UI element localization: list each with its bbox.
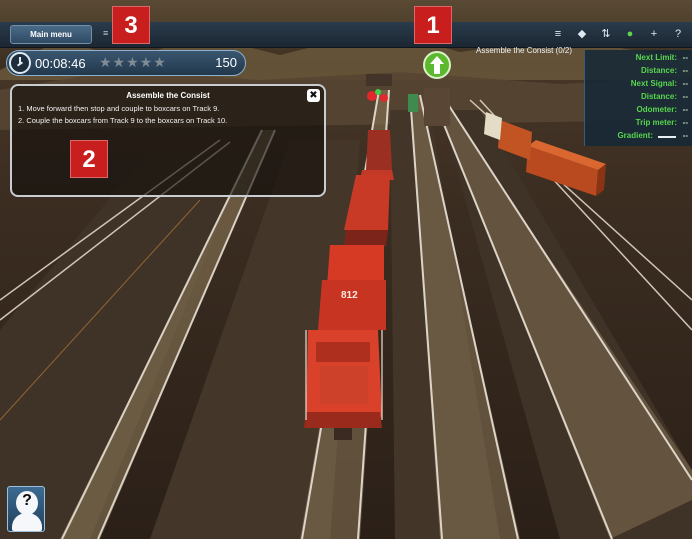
green-light-icon[interactable]: ●: [624, 26, 636, 42]
objective-progress: Assemble the Consist (0/2): [476, 46, 573, 55]
hud-value: --: [682, 118, 688, 127]
gradient-indicator: [658, 136, 676, 138]
hud-label: Odometer:: [636, 105, 677, 114]
direction-arrow-icon: [423, 51, 451, 79]
menu-toggle-icon[interactable]: ≡: [103, 28, 108, 38]
hud-row-next-signal: Next Signal: --: [585, 79, 691, 92]
hud-value: --: [682, 131, 688, 140]
top-toolbar: Main menu ≡ ≡ ◆ ⇅ ● + ?: [0, 22, 692, 48]
hud-value: --: [682, 66, 688, 75]
hud-label: Next Limit:: [635, 53, 677, 62]
hud-row-odometer: Odometer: --: [585, 105, 691, 118]
plus-icon[interactable]: +: [648, 26, 660, 42]
star-rating: ★★★★★: [99, 54, 167, 70]
mission-dialog: Assemble the Consist ✖ 1. Move forward t…: [10, 84, 326, 197]
timer-panel: 00:08:46 ★★★★★ 150: [6, 50, 246, 76]
hud-value: --: [682, 53, 688, 62]
help-button[interactable]: ?: [7, 486, 45, 532]
callout-1: 1: [414, 6, 452, 44]
close-button[interactable]: ✖: [307, 89, 320, 102]
dialog-title: Assemble the Consist: [126, 91, 210, 100]
hud-label: Distance:: [640, 66, 677, 75]
callout-3: 3: [112, 6, 150, 44]
mission-step: 2. Couple the boxcars from Track 9 to th…: [18, 116, 228, 125]
hud-label: Gradient:: [617, 131, 653, 140]
hud-label: Distance:: [640, 92, 677, 101]
help-icon[interactable]: ?: [672, 26, 684, 42]
hud-row-distance: Distance: --: [585, 66, 691, 79]
locomotive-number: 812: [341, 290, 358, 301]
hud-row-next-limit: Next Limit: --: [585, 53, 691, 66]
hud-row-gradient: Gradient: --: [585, 131, 691, 144]
hud-label: Trip meter:: [635, 118, 677, 127]
hud-row-trip-meter: Trip meter: --: [585, 118, 691, 131]
main-menu-button[interactable]: Main menu: [10, 25, 92, 44]
hud-row-signal-distance: Distance: --: [585, 92, 691, 105]
mission-step: 1. Move forward then stop and couple to …: [18, 104, 220, 113]
hud-label: Next Signal:: [630, 79, 677, 88]
camera-icon[interactable]: ◆: [576, 26, 588, 42]
question-mark-icon: ?: [22, 492, 32, 509]
hud-value: --: [682, 105, 688, 114]
hud-value: --: [682, 92, 688, 101]
list-icon[interactable]: ≡: [552, 26, 564, 42]
elapsed-time: 00:08:46: [35, 56, 86, 71]
callout-2: 2: [70, 140, 108, 178]
person-shoulders: [12, 513, 42, 531]
toolbar-icons: ≡ ◆ ⇅ ● + ?: [552, 26, 684, 42]
score: 150: [215, 55, 237, 70]
hud-value: --: [682, 79, 688, 88]
clock-icon: [9, 52, 31, 74]
sort-icon[interactable]: ⇅: [600, 26, 612, 42]
driving-hud: Next Limit: -- Distance: -- Next Signal:…: [584, 50, 692, 146]
